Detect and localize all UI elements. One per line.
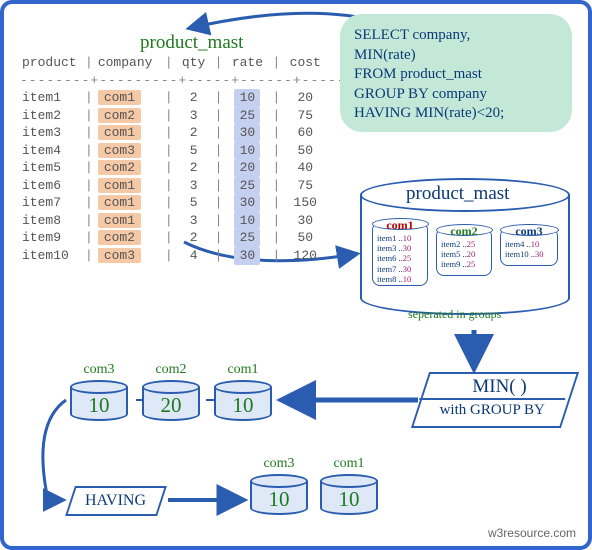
having-box: HAVING: [65, 486, 167, 516]
sql-line: SELECT company,: [354, 26, 558, 46]
table-row: item4|com3|5|10|50: [20, 142, 354, 160]
group-com2: com2 item2 ..25item5 ..20item9 ..25: [436, 228, 492, 276]
sql-line: MIN(rate): [354, 46, 558, 66]
result-name: com1: [214, 362, 272, 378]
col-company: company: [96, 54, 162, 72]
sql-query-box: SELECT company, MIN(rate) FROM product_m…: [340, 14, 572, 132]
result-name: com3: [250, 456, 308, 472]
table-title: product_mast: [140, 32, 243, 54]
having-label: HAVING: [85, 492, 146, 510]
group-com3: com3 item4 ..10item10 ..30: [500, 228, 558, 266]
group-label: com2: [437, 224, 491, 238]
sql-line: GROUP BY company: [354, 85, 558, 105]
result-name: com2: [142, 362, 200, 378]
min-result-com3: com3 10: [70, 380, 128, 424]
table-row: item1|com1|2|10|20: [20, 89, 354, 107]
result-value: 20: [142, 393, 200, 418]
groups-title: product_mast: [406, 183, 509, 205]
min-function-box: MIN( ) with GROUP BY: [411, 372, 579, 428]
table-row: item10|com3|4|30|120: [20, 247, 354, 265]
col-qty: qty: [176, 54, 212, 72]
table-row: item5|com2|2|20|40: [20, 159, 354, 177]
having-result-com1: com1 10: [320, 474, 378, 518]
result-value: 10: [214, 393, 272, 418]
table-separator: --------+---------+-----+------+------: [20, 72, 354, 90]
group-label: com3: [501, 224, 557, 238]
table-row: item7|com1|5|30|150: [20, 194, 354, 212]
sql-line: FROM product_mast: [354, 65, 558, 85]
table-body: item1|com1|2|10|20item2|com2|3|25|75item…: [20, 89, 354, 264]
result-value: 10: [70, 393, 128, 418]
table-row: item9|com2|2|25|50: [20, 229, 354, 247]
table-row: item6|com1|3|25|75: [20, 177, 354, 195]
col-rate: rate: [225, 54, 269, 72]
groups-caption: seperated in groups: [408, 307, 501, 322]
table-header: product| company| qty| rate| cost: [20, 54, 354, 72]
col-cost: cost: [283, 54, 327, 72]
table-row: item8|com1|3|10|30: [20, 212, 354, 230]
min-label: MIN( ): [427, 374, 573, 398]
result-value: 10: [320, 487, 378, 512]
result-value: 10: [250, 487, 308, 512]
table-row: item3|com1|2|30|60: [20, 124, 354, 142]
table-row: item2|com2|3|25|75: [20, 107, 354, 125]
min-sublabel: with GROUP BY: [419, 398, 565, 419]
min-result-com2: com2 20: [142, 380, 200, 424]
having-result-com3: com3 10: [250, 474, 308, 518]
product-table: product| company| qty| rate| cost ------…: [20, 54, 354, 265]
result-name: com1: [320, 456, 378, 472]
min-result-com1: com1 10: [214, 380, 272, 424]
diagram-root: product_mast product| company| qty| rate…: [4, 4, 588, 546]
result-name: com3: [70, 362, 128, 378]
sql-line: HAVING MIN(rate)<20;: [354, 104, 558, 124]
group-com1: com1 item1 ..10item3 ..30item6 ..25item7…: [372, 222, 428, 286]
group-label: com1: [373, 218, 427, 232]
credit-text: w3resource.com: [488, 526, 576, 540]
col-product: product: [20, 54, 82, 72]
